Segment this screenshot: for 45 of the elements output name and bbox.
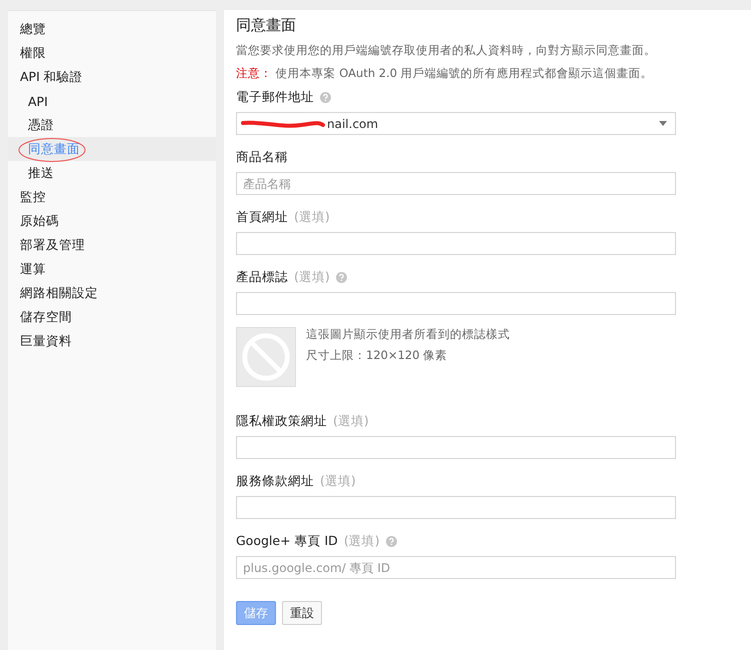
- field-label: 首頁網址: [236, 209, 288, 226]
- sidebar-item[interactable]: 網路相關設定: [8, 281, 216, 305]
- sidebar-item[interactable]: 總覽: [8, 17, 216, 41]
- text-field[interactable]: 產品名稱: [236, 172, 676, 195]
- sidebar-item[interactable]: 巨量資料: [8, 329, 216, 353]
- text-field[interactable]: [236, 496, 676, 519]
- sidebar-item[interactable]: 憑證: [8, 113, 216, 137]
- optional-hint: (選填): [294, 269, 330, 286]
- optional-hint: (選填): [320, 473, 356, 490]
- field-label: 服務條款網址: [236, 473, 314, 490]
- help-icon[interactable]: [336, 272, 347, 283]
- help-icon[interactable]: [386, 536, 397, 547]
- email-select[interactable]: nail.com: [236, 112, 676, 135]
- sidebar-item[interactable]: 運算: [8, 257, 216, 281]
- page-title: 同意畫面: [236, 16, 297, 35]
- sidebar-item[interactable]: API 和驗證: [8, 65, 216, 89]
- email-value: nail.com: [327, 116, 380, 130]
- help-icon[interactable]: [320, 92, 331, 103]
- dropdown-caret-icon: [659, 121, 667, 126]
- notice-text: 使用本專案 OAuth 2.0 用戶端編號的所有應用程式都會顯示這個畫面。: [276, 66, 653, 80]
- text-field[interactable]: [236, 292, 676, 315]
- logo-size-text: 尺寸上限：120×120 像素: [306, 348, 448, 363]
- field-label: 商品名稱: [236, 149, 288, 166]
- field-label: 產品標誌: [236, 269, 288, 286]
- sidebar-item[interactable]: 部署及管理: [8, 233, 216, 257]
- sidebar-item[interactable]: API: [8, 89, 216, 113]
- optional-hint: (選填): [294, 209, 330, 226]
- optional-hint: (選填): [344, 533, 380, 550]
- sidebar-item[interactable]: 監控: [8, 185, 216, 209]
- notice-label: 注意：: [236, 66, 272, 80]
- sidebar-item[interactable]: 儲存空間: [8, 305, 216, 329]
- logo-caption: 這張圖片顯示使用者所看到的標誌樣式: [306, 327, 510, 342]
- sidebar-item[interactable]: 權限: [8, 41, 216, 65]
- field-label: Google+ 專頁 ID: [236, 533, 338, 550]
- text-field[interactable]: [236, 436, 676, 459]
- text-field[interactable]: plus.google.com/ 專頁 ID: [236, 556, 676, 579]
- description-text: 當您要求使用您的用戶端編號存取使用者的私人資料時，向對方顯示同意畫面。: [236, 43, 657, 58]
- logo-placeholder-icon: [236, 327, 296, 387]
- text-field[interactable]: [236, 232, 676, 255]
- optional-hint: (選填): [333, 413, 369, 430]
- sidebar-item[interactable]: 原始碼: [8, 209, 216, 233]
- field-label: 電子郵件地址: [236, 89, 314, 106]
- field-label: 隱私權政策網址: [236, 413, 327, 430]
- sidebar-item[interactable]: 推送: [8, 161, 216, 185]
- reset-button[interactable]: 重設: [282, 601, 322, 625]
